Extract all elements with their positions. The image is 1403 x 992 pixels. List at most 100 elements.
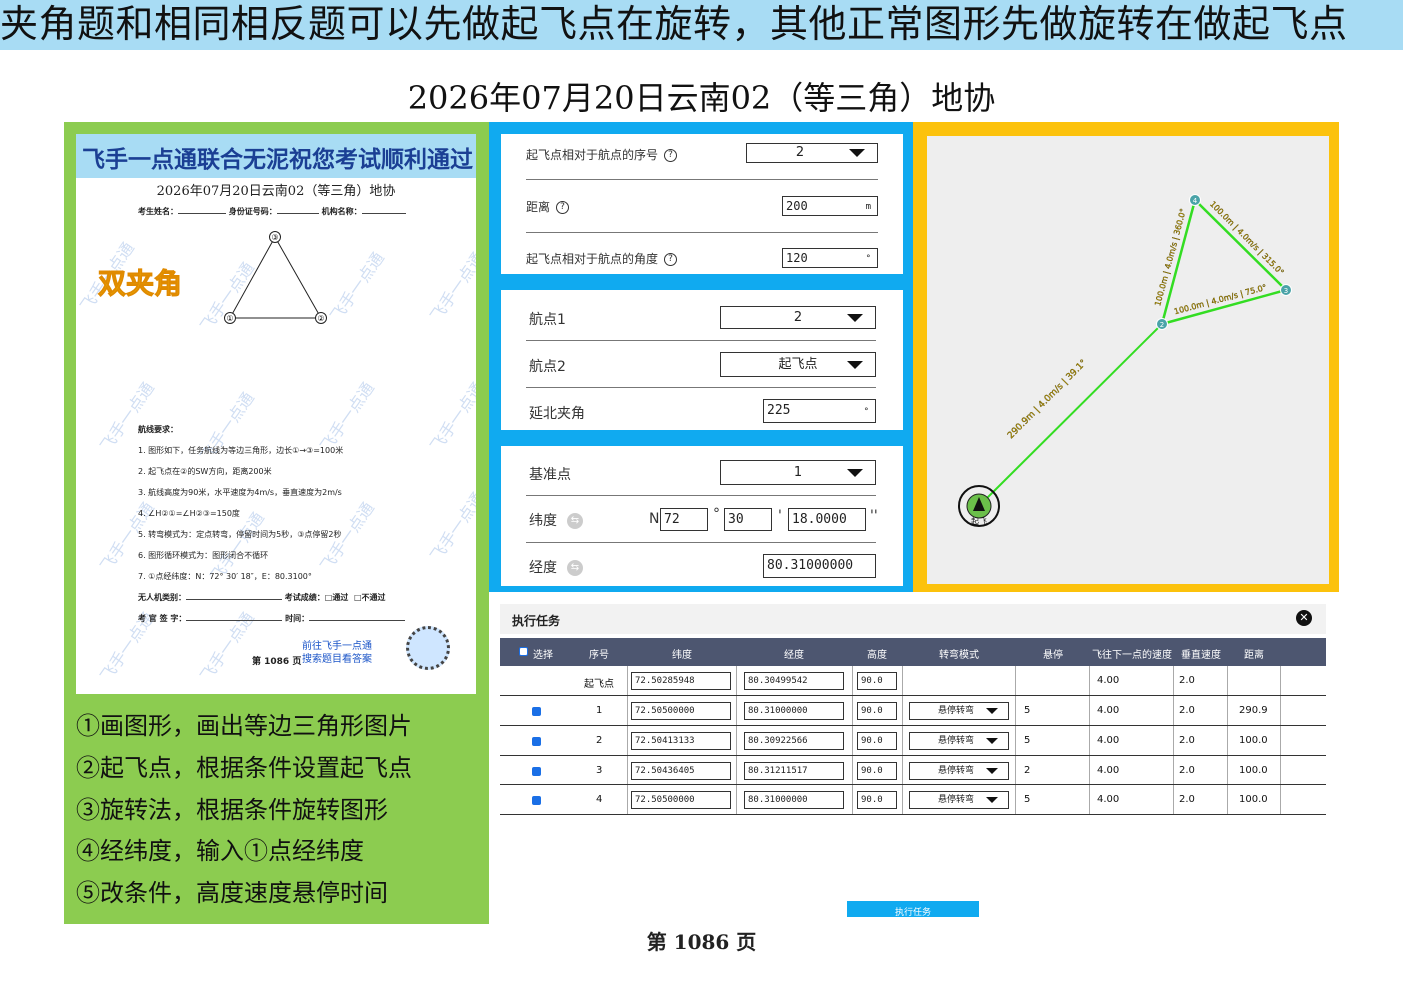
step-2: ②起飞点，根据条件设置起飞点 [76, 754, 412, 782]
distance-label: 距离? [526, 198, 570, 215]
cell-turn-select[interactable]: 悬停转弯 [909, 702, 1009, 720]
takeoff-angle-label: 起飞点相对于航点的角度? [526, 250, 678, 267]
examinee-field: 考生姓名： 身份证号码： 机构名称： [138, 206, 406, 217]
requirement-item: 3. 航线高度为90米，水平速度为4m/s，垂直速度为2m/s [138, 488, 342, 497]
step-4: ④经纬度，输入①点经纬度 [76, 837, 364, 865]
cell-turn-select[interactable]: 悬停转弯 [909, 762, 1009, 780]
longitude-label: 经度 ⇆ [529, 557, 583, 577]
cell-turn-select[interactable]: 悬停转弯 [909, 732, 1009, 750]
execute-task-button[interactable]: 执行任务 [847, 901, 979, 917]
cell-speed: 4.00 [1097, 675, 1120, 686]
swap-icon[interactable]: ⇆ [567, 513, 583, 529]
cell-lon-input[interactable]: 80.30922566 [744, 732, 844, 750]
triangle-figure: ③ ① ② [224, 231, 327, 324]
watermark: 飞手一点通 [426, 248, 476, 326]
cell-lon-input[interactable]: 80.31211517 [744, 762, 844, 780]
cell-alt-input[interactable]: 90.0 [857, 702, 897, 720]
swap-icon[interactable]: ⇆ [567, 560, 583, 576]
row-checkbox[interactable] [532, 737, 541, 746]
paper-link[interactable]: 前往飞手一点通 搜索题目看答案 [302, 640, 372, 666]
cell-speed: 4.00 [1097, 705, 1120, 716]
table-header: 选择 序号 纬度 经度 高度 转弯模式 悬停 飞往下一点的速度 垂直速度 距离 [500, 638, 1326, 666]
cell-seq: 4 [596, 794, 603, 805]
header-seq: 序号 [589, 650, 609, 661]
header-select: 选择 [533, 650, 553, 661]
distance-input[interactable]: 200 m [782, 196, 878, 216]
cell-alt-input[interactable]: 90.0 [857, 672, 897, 690]
takeoff-route-line [978, 323, 1163, 507]
degree-symbol: ° [713, 506, 720, 522]
watermark: 飞手一点通 [316, 378, 378, 456]
cell-lat-input[interactable]: 72.50413133 [631, 732, 731, 750]
longitude-input[interactable]: 80.31000000 [763, 554, 876, 578]
minute-symbol: ' [778, 508, 782, 524]
row-checkbox[interactable] [532, 707, 541, 716]
row-checkbox[interactable] [532, 767, 541, 776]
cell-lon-input[interactable]: 80.31000000 [744, 791, 844, 809]
chevron-down-icon [847, 313, 863, 322]
base-point-label: 基准点 [529, 467, 571, 483]
chevron-down-icon [847, 360, 863, 369]
cell-dist: 100.0 [1239, 794, 1268, 805]
waypoint2-select[interactable]: 起飞点 [720, 352, 876, 377]
second-symbol: '' [870, 508, 878, 524]
help-icon[interactable]: ? [556, 201, 570, 214]
cell-turn-select[interactable]: 悬停转弯 [909, 791, 1009, 809]
base-point-select[interactable]: 1 [720, 460, 876, 485]
header-dist: 距离 [1244, 650, 1264, 661]
cell-seq: 2 [596, 735, 603, 746]
cell-hover: 2 [1024, 765, 1031, 776]
header-lon: 经度 [784, 650, 804, 661]
watermark: 飞手一点通 [426, 378, 476, 456]
cell-lat-input[interactable]: 72.50436405 [631, 762, 731, 780]
rotation-card: 航点1 2 航点2 起飞点 延北夹角 225 ° [501, 290, 903, 430]
takeoff-segment-label: 290.9m | 4.0m/s | 39.1° [1006, 358, 1089, 441]
requirement-item: 5. 转弯模式为：定点转弯，停留时间为5秒，③点停留2秒 [138, 530, 342, 539]
cell-dist: 100.0 [1239, 735, 1268, 746]
cell-vspeed: 2.0 [1179, 735, 1195, 746]
paper-title: 2026年07月20日云南02（等三角）地协 [156, 184, 396, 199]
cell-lon-input[interactable]: 80.31000000 [744, 702, 844, 720]
help-icon[interactable]: ? [664, 149, 678, 162]
takeoff-settings-card: 起飞点相对于航点的序号? 2 距离? 200 m 起飞点相对于航点的角度? 120… [501, 134, 903, 274]
waypoint1-select[interactable]: 2 [720, 306, 876, 329]
requirement-item: 2. 起飞点在②的SW方向，距离200米 [138, 467, 272, 476]
help-icon[interactable]: ? [664, 253, 678, 266]
requirement-item: 7. ①点经纬度：N：72° 30′ 18″，E：80.3100° [138, 572, 312, 581]
cell-speed: 4.00 [1097, 765, 1120, 776]
segment-4-3-label: 100.0m | 4.0m/s | 315.0° [1208, 200, 1285, 277]
takeoff-seq-select[interactable]: 2 [746, 143, 878, 163]
lat-degree-input[interactable]: 72 [660, 508, 708, 531]
uav-category-field: 无人机类别： 考试成绩：□通过 □不通过 [138, 593, 386, 602]
latitude-label: 纬度 ⇆ [529, 510, 583, 530]
row-checkbox[interactable] [532, 796, 541, 805]
waypoint-2-label: 2 [1160, 321, 1164, 329]
takeoff-angle-input[interactable]: 120 ° [782, 248, 878, 268]
cell-dist: 100.0 [1239, 765, 1268, 776]
north-angle-input[interactable]: 225 ° [763, 399, 876, 423]
cell-seq: 3 [596, 765, 603, 776]
cell-lat-input[interactable]: 72.50500000 [631, 702, 731, 720]
cell-vspeed: 2.0 [1179, 765, 1195, 776]
cell-hover: 5 [1024, 735, 1031, 746]
close-icon[interactable]: ✕ [1296, 610, 1312, 626]
cell-alt-input[interactable]: 90.0 [857, 762, 897, 780]
cell-vspeed: 2.0 [1179, 705, 1195, 716]
cell-vspeed: 2.0 [1179, 675, 1195, 686]
double-angle-tag: 双夹角 [97, 267, 183, 301]
takeoff-label: 起飞 [971, 517, 987, 526]
cell-lat-input[interactable]: 72.50500000 [631, 791, 731, 809]
lat-minute-input[interactable]: 30 [724, 508, 772, 531]
cell-alt-input[interactable]: 90.0 [857, 732, 897, 750]
cell-lat-input[interactable]: 72.50285948 [631, 672, 731, 690]
cell-speed: 4.00 [1097, 735, 1120, 746]
step-1: ①画图形，画出等边三角形图片 [76, 712, 412, 740]
lat-second-input[interactable]: 18.0000 [788, 508, 866, 531]
cell-dist: 290.9 [1239, 705, 1268, 716]
cell-lon-input[interactable]: 80.30499542 [744, 672, 844, 690]
header-hover: 悬停 [1043, 650, 1063, 661]
route-map[interactable]: 290.9m | 4.0m/s | 39.1° 100.0m | 4.0m/s … [927, 136, 1329, 584]
cell-alt-input[interactable]: 90.0 [857, 791, 897, 809]
task-panel: 执行任务 ✕ 选择 序号 纬度 经度 高度 转弯模式 悬停 飞往下一点的速度 垂… [500, 604, 1326, 816]
select-all-checkbox[interactable] [519, 647, 528, 656]
